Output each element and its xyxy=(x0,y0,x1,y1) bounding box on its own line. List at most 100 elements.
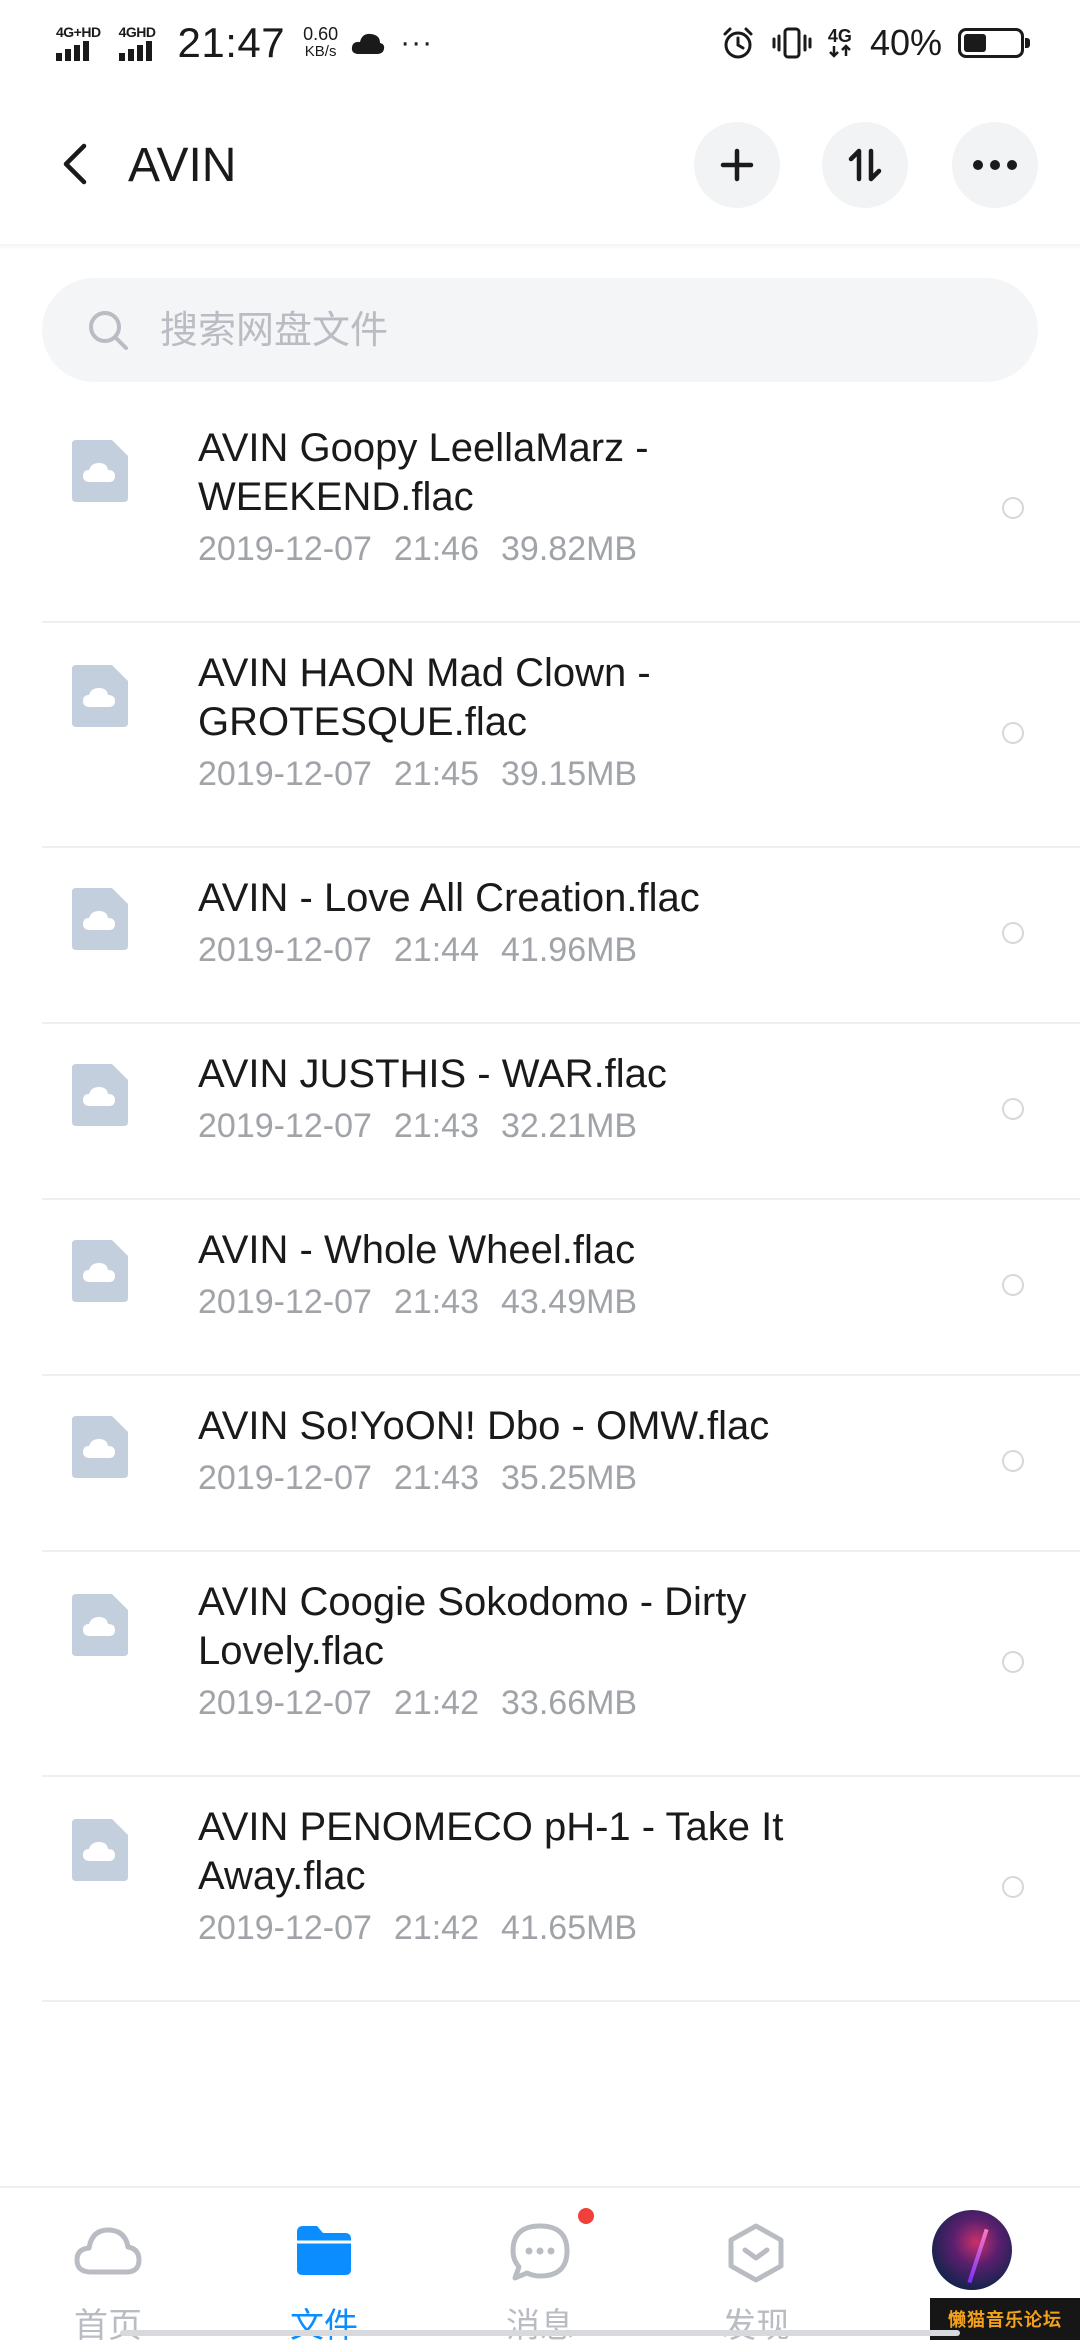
file-date: 2019-12-07 xyxy=(198,931,372,969)
status-time: 21:47 xyxy=(177,19,286,66)
file-row[interactable]: AVIN Coogie Sokodomo - Dirty Lovely.flac… xyxy=(42,1552,1080,1777)
select-radio[interactable] xyxy=(1002,1098,1024,1120)
file-size: 41.65MB xyxy=(501,1909,638,1947)
add-button[interactable] xyxy=(694,122,780,208)
file-date: 2019-12-07 xyxy=(198,1283,372,1321)
file-time: 21:43 xyxy=(393,1459,480,1497)
select-radio[interactable] xyxy=(1002,1450,1024,1472)
file-size: 35.25MB xyxy=(501,1459,638,1497)
more-status-icon: ··· xyxy=(400,26,434,59)
alarm-icon xyxy=(720,25,756,61)
file-size: 39.82MB xyxy=(501,530,638,568)
avatar xyxy=(932,2210,1012,2290)
file-time: 21:42 xyxy=(393,1684,480,1722)
speed-value: 0.60 xyxy=(303,24,339,44)
nav-discover[interactable]: 发现 xyxy=(648,2188,864,2346)
cloud-file-icon xyxy=(72,1416,128,1478)
folder-icon xyxy=(293,2222,355,2283)
file-name: AVIN So!YoON! Dbo - OMW.flac xyxy=(198,1404,770,1448)
select-radio[interactable] xyxy=(1002,722,1024,744)
search-icon xyxy=(86,308,130,352)
file-meta: 2019-12-07 21:44 41.96MB xyxy=(198,925,898,975)
nav-messages[interactable]: 消息 xyxy=(432,2188,648,2346)
file-time: 21:45 xyxy=(393,755,480,793)
nav-home[interactable]: 首页 xyxy=(0,2188,216,2346)
vibrate-icon xyxy=(772,25,812,61)
file-size: 33.66MB xyxy=(501,1684,638,1722)
battery-fill xyxy=(964,34,986,52)
file-name: AVIN Goopy LeellaMarz - WEEKEND.flac xyxy=(198,426,649,519)
file-row[interactable]: AVIN - Love All Creation.flac 2019-12-07… xyxy=(42,848,1080,1024)
file-size: 43.49MB xyxy=(501,1283,638,1321)
signal-bars-icon xyxy=(118,41,152,61)
status-bar: 4G+HD 4GHD 21:47 0.60 KB/s ··· 4G 40% xyxy=(0,0,1080,86)
select-radio[interactable] xyxy=(1002,497,1024,519)
search-bar[interactable] xyxy=(42,278,1038,382)
more-dots-icon xyxy=(973,160,1017,170)
file-row[interactable]: AVIN So!YoON! Dbo - OMW.flac 2019-12-07 2… xyxy=(42,1376,1080,1552)
search-input[interactable] xyxy=(158,307,982,353)
app-header: AVIN xyxy=(0,110,1080,220)
file-meta: 2019-12-07 21:42 33.66MB xyxy=(198,1678,898,1728)
select-radio[interactable] xyxy=(1002,1876,1024,1898)
file-date: 2019-12-07 xyxy=(198,1684,372,1722)
file-name: AVIN HAON Mad Clown - GROTESQUE.flac xyxy=(198,651,651,744)
cloud-file-icon xyxy=(72,1064,128,1126)
mobile-data-icon: 4G xyxy=(828,27,852,58)
select-radio[interactable] xyxy=(1002,1651,1024,1673)
cloud-file-icon xyxy=(72,440,128,502)
file-name: AVIN PENOMECO pH-1 - Take It Away.flac xyxy=(198,1805,784,1898)
plus-icon xyxy=(720,148,754,182)
file-name: AVIN Coogie Sokodomo - Dirty Lovely.flac xyxy=(198,1580,747,1673)
cloud-file-icon xyxy=(72,665,128,727)
chat-icon xyxy=(509,2222,571,2287)
file-name: AVIN - Whole Wheel.flac xyxy=(198,1228,636,1272)
file-name: AVIN JUSTHIS - WAR.flac xyxy=(198,1052,667,1096)
file-meta: 2019-12-07 21:43 43.49MB xyxy=(198,1277,898,1327)
network-type-1: 4G+HD xyxy=(56,24,101,40)
file-meta: 2019-12-07 21:45 39.15MB xyxy=(198,749,898,799)
nav-files[interactable]: 文件 xyxy=(216,2188,432,2346)
compass-icon xyxy=(725,2222,787,2289)
more-button[interactable] xyxy=(952,122,1038,208)
sort-button[interactable] xyxy=(822,122,908,208)
file-name: AVIN - Love All Creation.flac xyxy=(198,876,700,920)
file-time: 21:43 xyxy=(393,1283,480,1321)
file-list: AVIN Goopy LeellaMarz - WEEKEND.flac 201… xyxy=(0,398,1080,2002)
file-time: 21:46 xyxy=(393,530,480,568)
notification-badge xyxy=(578,2208,594,2224)
file-size: 39.15MB xyxy=(501,755,638,793)
file-row[interactable]: AVIN JUSTHIS - WAR.flac 2019-12-07 21:43 3… xyxy=(42,1024,1080,1200)
file-meta: 2019-12-07 21:46 39.82MB xyxy=(198,524,898,574)
cloud-file-icon xyxy=(72,888,128,950)
file-row[interactable]: AVIN - Whole Wheel.flac 2019-12-07 21:43 4… xyxy=(42,1200,1080,1376)
cloud-icon xyxy=(73,2222,143,2283)
cloud-file-icon xyxy=(72,1240,128,1302)
file-size: 41.96MB xyxy=(501,931,638,969)
file-meta: 2019-12-07 21:43 35.25MB xyxy=(198,1453,898,1503)
network-type-2: 4GHD xyxy=(118,24,156,40)
file-date: 2019-12-07 xyxy=(198,1909,372,1947)
battery-icon xyxy=(958,28,1030,58)
bottom-nav: 首页 文件 消息 发现 xyxy=(0,2186,1080,2346)
signal-2: 4GHD xyxy=(118,24,156,61)
file-row[interactable]: AVIN PENOMECO pH-1 - Take It Away.flac 2… xyxy=(42,1777,1080,2002)
file-row[interactable]: AVIN Goopy LeellaMarz - WEEKEND.flac 201… xyxy=(42,398,1080,623)
file-row[interactable]: AVIN HAON Mad Clown - GROTESQUE.flac 201… xyxy=(42,623,1080,848)
file-date: 2019-12-07 xyxy=(198,1107,372,1145)
back-arrow-icon xyxy=(63,143,87,185)
weather-cloud-icon xyxy=(350,30,386,56)
file-time: 21:42 xyxy=(393,1909,480,1947)
back-button[interactable] xyxy=(50,136,100,192)
file-date: 2019-12-07 xyxy=(198,1459,372,1497)
cloud-file-icon xyxy=(72,1594,128,1656)
select-radio[interactable] xyxy=(1002,922,1024,944)
cloud-file-icon xyxy=(72,1819,128,1881)
file-size: 32.21MB xyxy=(501,1107,638,1145)
sort-icon xyxy=(848,148,882,182)
home-indicator[interactable] xyxy=(120,2330,960,2336)
file-time: 21:44 xyxy=(393,931,480,969)
select-radio[interactable] xyxy=(1002,1274,1024,1296)
file-meta: 2019-12-07 21:42 41.65MB xyxy=(198,1903,898,1953)
network-speed: 0.60 KB/s xyxy=(303,25,338,61)
